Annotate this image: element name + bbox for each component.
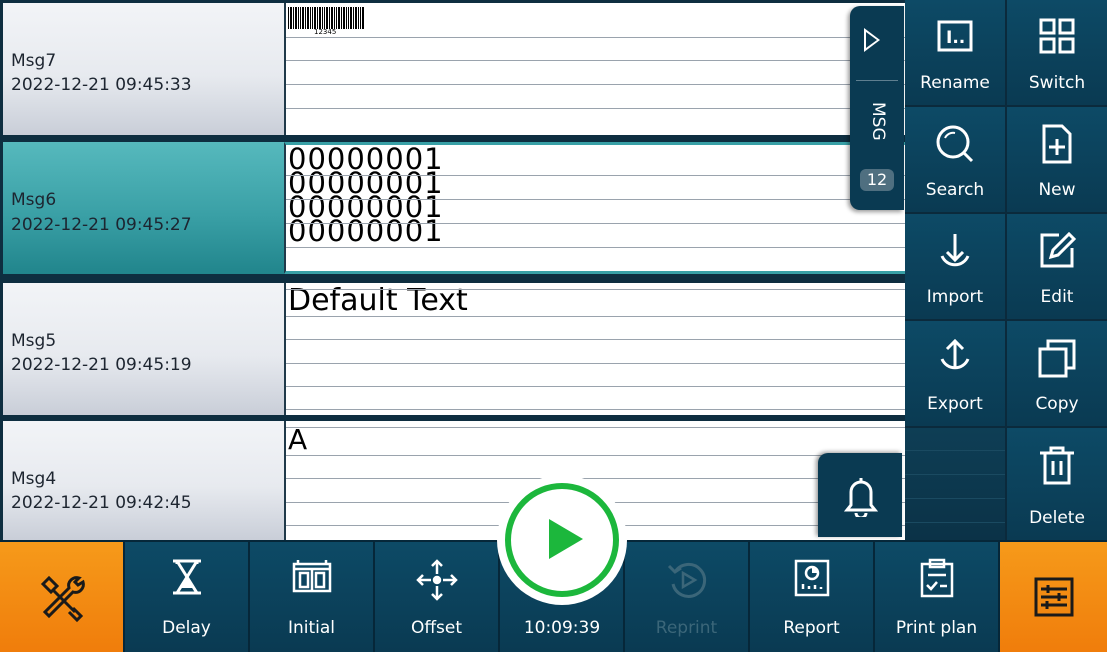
print-plan-button[interactable]: Print plan	[875, 542, 998, 652]
initial-button[interactable]: Initial	[250, 542, 373, 652]
barcode-text: 12345	[314, 28, 337, 36]
copy-icon	[1038, 339, 1076, 378]
message-name-cell[interactable]: Msg7 2022-12-21 09:45:33	[0, 3, 284, 135]
delete-button[interactable]: Delete	[1007, 428, 1107, 540]
preview-line: A	[288, 423, 308, 456]
switch-button[interactable]: Switch	[1007, 0, 1107, 105]
empty-slot	[905, 428, 1005, 540]
message-date: 2022-12-21 09:45:27	[11, 215, 192, 235]
message-name-cell[interactable]: Msg5 2022-12-21 09:45:19	[0, 283, 284, 415]
new-button[interactable]: New	[1007, 107, 1107, 212]
msg-tab-label: MSG	[868, 102, 888, 141]
tools-button[interactable]	[0, 542, 123, 652]
preview-line: 00000001	[288, 214, 444, 248]
clipboard-check-icon	[920, 558, 953, 598]
rename-button[interactable]: I.. Rename	[905, 0, 1005, 105]
message-row-msg6[interactable]: Msg6 2022-12-21 09:45:27 00000001 000000…	[0, 142, 905, 279]
import-button[interactable]: Import	[905, 214, 1005, 319]
edit-button[interactable]: Edit	[1007, 214, 1107, 319]
side-toolbar: I.. Rename Switch Search New Import Edit…	[905, 0, 1107, 540]
bell-icon	[844, 478, 878, 517]
svg-text:I..: I..	[946, 28, 965, 48]
message-row-msg5[interactable]: Msg5 2022-12-21 09:45:19 Default Text	[0, 283, 905, 420]
delay-button[interactable]: Delay	[125, 542, 248, 652]
edit-icon	[1040, 231, 1077, 268]
message-name: Msg7	[11, 51, 57, 71]
counter-icon	[292, 560, 331, 593]
message-preview[interactable]: 12345	[284, 3, 905, 135]
message-name-cell[interactable]: Msg4 2022-12-21 09:42:45	[0, 421, 284, 540]
report-button[interactable]: Report	[750, 542, 873, 652]
move-icon	[415, 559, 458, 601]
trash-icon	[1040, 446, 1074, 485]
alarm-button[interactable]	[818, 453, 902, 537]
reprint-icon	[667, 562, 706, 598]
play-icon	[549, 519, 583, 559]
import-icon	[940, 234, 970, 267]
expand-arrow-icon[interactable]	[864, 28, 880, 52]
export-icon	[940, 338, 970, 370]
message-date: 2022-12-21 09:42:45	[11, 493, 192, 513]
message-list: Msg7 2022-12-21 09:45:33 12345 Msg6 2022…	[0, 0, 905, 540]
clock-display: 10:09:39	[523, 618, 601, 638]
message-date: 2022-12-21 09:45:19	[11, 355, 192, 375]
sliders-icon	[1034, 577, 1073, 617]
message-row-msg4[interactable]: Msg4 2022-12-21 09:42:45 A	[0, 421, 905, 558]
message-row-msg7[interactable]: Msg7 2022-12-21 09:45:33 12345	[0, 3, 905, 140]
settings-button[interactable]	[1000, 542, 1107, 652]
message-name-cell[interactable]: Msg6 2022-12-21 09:45:27	[0, 142, 284, 274]
report-icon	[794, 559, 829, 597]
message-name: Msg5	[11, 331, 57, 351]
message-name: Msg6	[11, 190, 57, 210]
tools-icon	[40, 575, 85, 623]
message-date: 2022-12-21 09:45:33	[11, 75, 192, 95]
msg-panel-tab[interactable]: MSG 12	[850, 6, 904, 210]
grid-icon	[1039, 18, 1075, 54]
rename-icon: I..	[937, 20, 973, 52]
search-icon	[936, 125, 974, 163]
message-preview[interactable]: 00000001 00000001 00000001 00000001	[284, 142, 905, 274]
export-button[interactable]: Export	[905, 321, 1005, 426]
hourglass-icon	[172, 559, 201, 595]
reprint-button[interactable]: Reprint	[625, 542, 748, 652]
copy-button[interactable]: Copy	[1007, 321, 1107, 426]
search-button[interactable]: Search	[905, 107, 1005, 212]
new-file-icon	[1042, 124, 1072, 164]
offset-button[interactable]: Offset	[375, 542, 498, 652]
start-print-button[interactable]	[497, 475, 627, 605]
message-preview[interactable]: Default Text	[284, 283, 905, 415]
message-name: Msg4	[11, 469, 57, 489]
message-count-badge: 12	[860, 169, 894, 191]
